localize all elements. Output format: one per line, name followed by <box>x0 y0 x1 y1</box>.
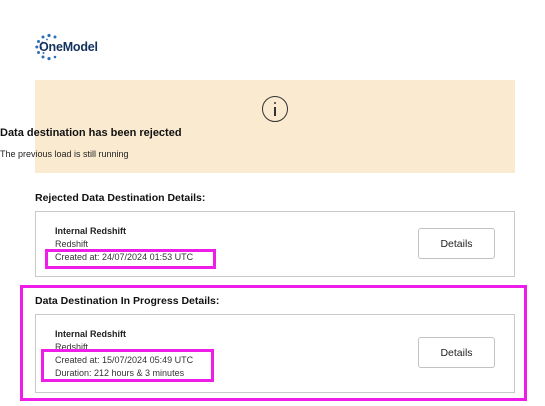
destination-type: Redshift <box>55 239 89 249</box>
rejected-section-title: Rejected Data Destination Details: <box>35 192 206 204</box>
highlight-in-progress-times <box>41 349 214 382</box>
info-circle-icon <box>262 96 288 122</box>
rejected-details-button[interactable]: Details <box>418 228 495 259</box>
logo-text: OneModel <box>39 40 98 54</box>
highlight-in-progress-section <box>20 285 527 401</box>
highlight-rejected-created <box>45 249 216 269</box>
alert-subtitle: The previous load is still running <box>0 149 129 159</box>
destination-name: Internal Redshift <box>55 226 127 236</box>
alert-title: Data destination has been rejected <box>0 127 182 139</box>
onemodel-logo: OneModel <box>34 33 98 61</box>
